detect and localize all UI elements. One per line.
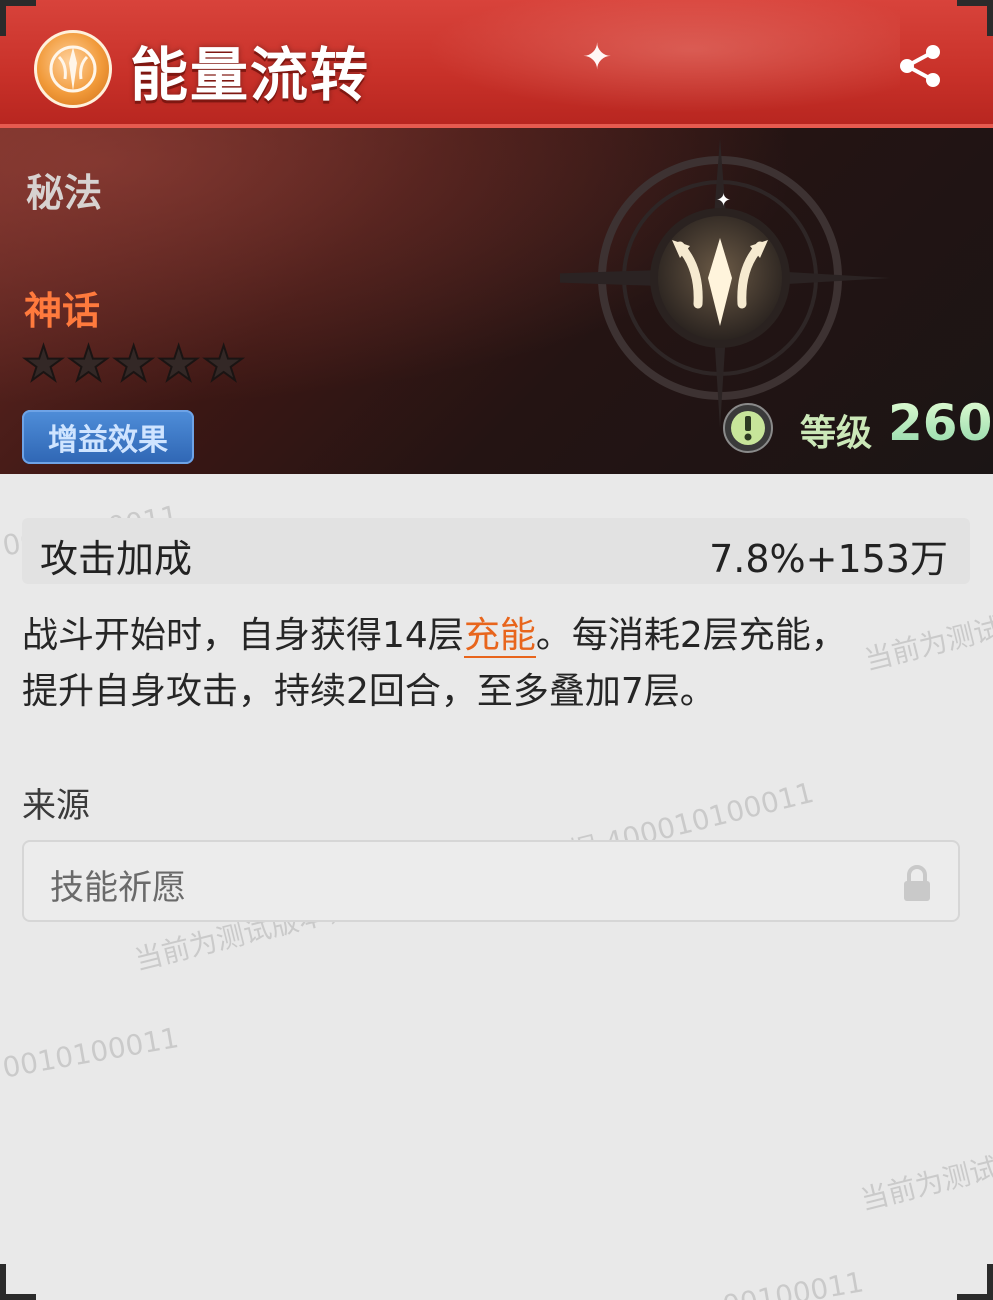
level-label: 等级: [800, 413, 873, 454]
stat-name: 攻击加成: [40, 537, 193, 581]
share-icon[interactable]: [895, 40, 947, 92]
description-text: 提升自身攻击，持续2回合，至多叠加7层。: [22, 671, 716, 712]
description-text: 战斗开始时，自身获得14层: [22, 615, 464, 656]
frame-corner: [0, 1264, 36, 1300]
svg-text:✦: ✦: [716, 190, 731, 211]
hero-banner: 秘法 ✦ 神话 ★ ★ ★ ★ ★ 增益效果 等级 260: [0, 128, 993, 474]
exclamation-icon[interactable]: [722, 402, 774, 454]
watermark: 0010100011: [0, 1021, 182, 1085]
frame-corner: [957, 1264, 993, 1300]
skill-description: 战斗开始时，自身获得14层充能。每消耗2层充能， 提升自身攻击，持续2回合，至多…: [22, 608, 972, 720]
star-icon: ★: [66, 336, 111, 392]
page-title: 能量流转: [130, 41, 371, 109]
frame-corner: [0, 0, 36, 36]
watermark: 当前为测试: [857, 1150, 993, 1217]
buff-tag: 增益效果: [22, 410, 194, 464]
source-field[interactable]: 技能祈愿: [22, 840, 960, 922]
star-icon: ★: [201, 336, 246, 392]
sun-crest-icon: [34, 30, 112, 108]
stat-row: 攻击加成 7.8%+153万: [22, 518, 970, 584]
star-icon: ★: [111, 336, 156, 392]
frame-corner: [957, 0, 993, 36]
description-text: 。每消耗2层充能，: [535, 615, 847, 656]
source-value: 技能祈愿: [50, 868, 186, 908]
watermark: 00100011: [720, 1265, 867, 1300]
source-label: 来源: [22, 786, 90, 826]
star-icon: ★: [156, 336, 201, 392]
rarity-label: 神话: [24, 289, 101, 333]
category-label: 秘法: [26, 171, 103, 215]
lock-icon: [900, 864, 934, 904]
star-rating: ★ ★ ★ ★ ★: [21, 336, 246, 392]
title-bar: 能量流转 ✦: [0, 0, 993, 128]
item-detail-card: 能量流转 ✦ 秘法 ✦ 神话 ★ ★ ★ ★ ★ 增益效果 等级 260 当前为…: [0, 0, 993, 1300]
star-icon: ★: [21, 336, 66, 392]
keyword-link[interactable]: 充能: [463, 615, 536, 658]
sparkle-icon: ✦: [582, 37, 613, 78]
stat-value: 7.8%+153万: [709, 537, 948, 581]
level-value: 260: [888, 394, 993, 452]
